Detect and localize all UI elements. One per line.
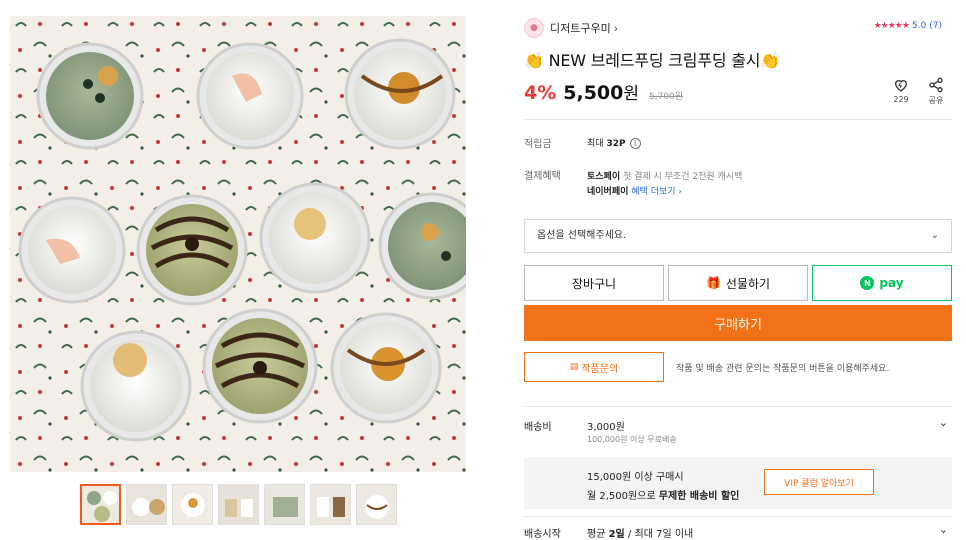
- buy-button-label: 구매하기: [714, 317, 762, 333]
- gift-button-label: 선물하기: [725, 276, 771, 291]
- points-label: 적립금: [524, 139, 552, 150]
- option-select[interactable]: 옵션을 선택해주세요. ⌄: [524, 219, 952, 253]
- sale-price: 5,500원: [563, 82, 640, 104]
- gift-icon: 🎁: [705, 276, 721, 290]
- like-button[interactable]: 229: [890, 77, 912, 104]
- inquiry-description: 작품 및 배송 관련 문의는 작품문의 버튼을 이용해주세요.: [676, 364, 890, 374]
- toss-benefit: 토스페이 첫 결제 시 무조건 2천원 캐시백: [587, 172, 743, 182]
- divider: [524, 119, 952, 120]
- chevron-down-icon[interactable]: ⌄: [939, 523, 948, 536]
- thumbnail-strip: [80, 484, 397, 525]
- info-icon[interactable]: i: [629, 138, 641, 149]
- seller-name: 디저트구우미: [550, 22, 611, 35]
- vip-offer: 월 2,500원으로 무제한 배송비 할인: [587, 491, 740, 502]
- thumbnail[interactable]: [356, 484, 397, 525]
- thumbnail[interactable]: [80, 484, 121, 525]
- share-button[interactable]: 공유: [925, 77, 947, 106]
- vip-club-button[interactable]: VIP 클럽 알아보기: [764, 469, 874, 495]
- vip-condition: 15,000원 이상 구매시: [587, 472, 684, 483]
- original-price: 5,700원: [649, 92, 684, 102]
- product-title: 👏 NEW 브레드푸딩 크림푸딩 출시👏: [524, 51, 781, 70]
- thumbnail[interactable]: [310, 484, 351, 525]
- shipping-fee: 3,000원: [587, 422, 625, 433]
- thumbnail[interactable]: [218, 484, 259, 525]
- thumbnail[interactable]: [264, 484, 305, 525]
- divider: [524, 406, 952, 407]
- cart-button[interactable]: 장바구니: [524, 265, 664, 301]
- delivery-label: 배송시작: [524, 529, 561, 540]
- npay-icon: N: [860, 276, 875, 290]
- naverpay-more-link[interactable]: 혜택 더보기 ›: [631, 187, 682, 197]
- shipping-label: 배송비: [524, 422, 552, 433]
- gift-button[interactable]: 🎁 선물하기: [668, 265, 808, 301]
- inquiry-button[interactable]: ▤ 작품문의: [524, 352, 664, 382]
- free-shipping-note: 100,000원 이상 무료배송: [587, 435, 677, 444]
- price-row: 4% 5,500원 5,700원: [524, 79, 683, 104]
- points-value: 최대 32P i: [587, 136, 641, 149]
- like-count: 229: [893, 95, 909, 104]
- product-page: ● 디저트구우미 › ★★★★★ 5.0 (7) 👏 NEW 브레드푸딩 크림푸…: [0, 0, 966, 540]
- chevron-down-icon[interactable]: ⌄: [939, 416, 948, 429]
- main-product-photo[interactable]: [10, 16, 466, 472]
- npay-label: pay: [879, 276, 904, 290]
- npay-button[interactable]: N pay: [812, 265, 952, 301]
- share-label: 공유: [928, 96, 944, 105]
- seller-link[interactable]: ● 디저트구우미 ›: [524, 18, 618, 38]
- share-icon: [929, 77, 943, 93]
- chevron-down-icon: ⌄: [930, 230, 939, 241]
- chevron-right-icon: ›: [613, 21, 619, 35]
- review-count: (7): [929, 21, 942, 31]
- rating-score: 5.0: [911, 21, 927, 31]
- option-placeholder: 옵션을 선택해주세요.: [537, 230, 627, 241]
- star-rating-icon: ★★★★★: [873, 21, 910, 31]
- delivery-estimate: 평균 2일 / 최대 7일 이내: [587, 529, 694, 540]
- seller-avatar: ●: [524, 18, 544, 38]
- heart-icon: [894, 80, 908, 92]
- thumbnail[interactable]: [172, 484, 213, 525]
- divider: [524, 516, 952, 517]
- buy-button[interactable]: 구매하기: [524, 305, 952, 341]
- vip-club-button-label: VIP 클럽 알아보기: [784, 478, 854, 489]
- payment-benefit-label: 결제혜택: [524, 171, 561, 182]
- thumbnail[interactable]: [126, 484, 167, 525]
- discount-rate: 4%: [524, 82, 557, 104]
- rating-summary[interactable]: ★★★★★ 5.0 (7): [874, 21, 942, 31]
- naverpay-benefit: 네이버페이 혜택 더보기 ›: [587, 187, 683, 197]
- inquiry-button-label: 작품문의: [581, 363, 619, 375]
- cart-button-label: 장바구니: [571, 276, 617, 291]
- chat-icon: ▤: [569, 362, 579, 372]
